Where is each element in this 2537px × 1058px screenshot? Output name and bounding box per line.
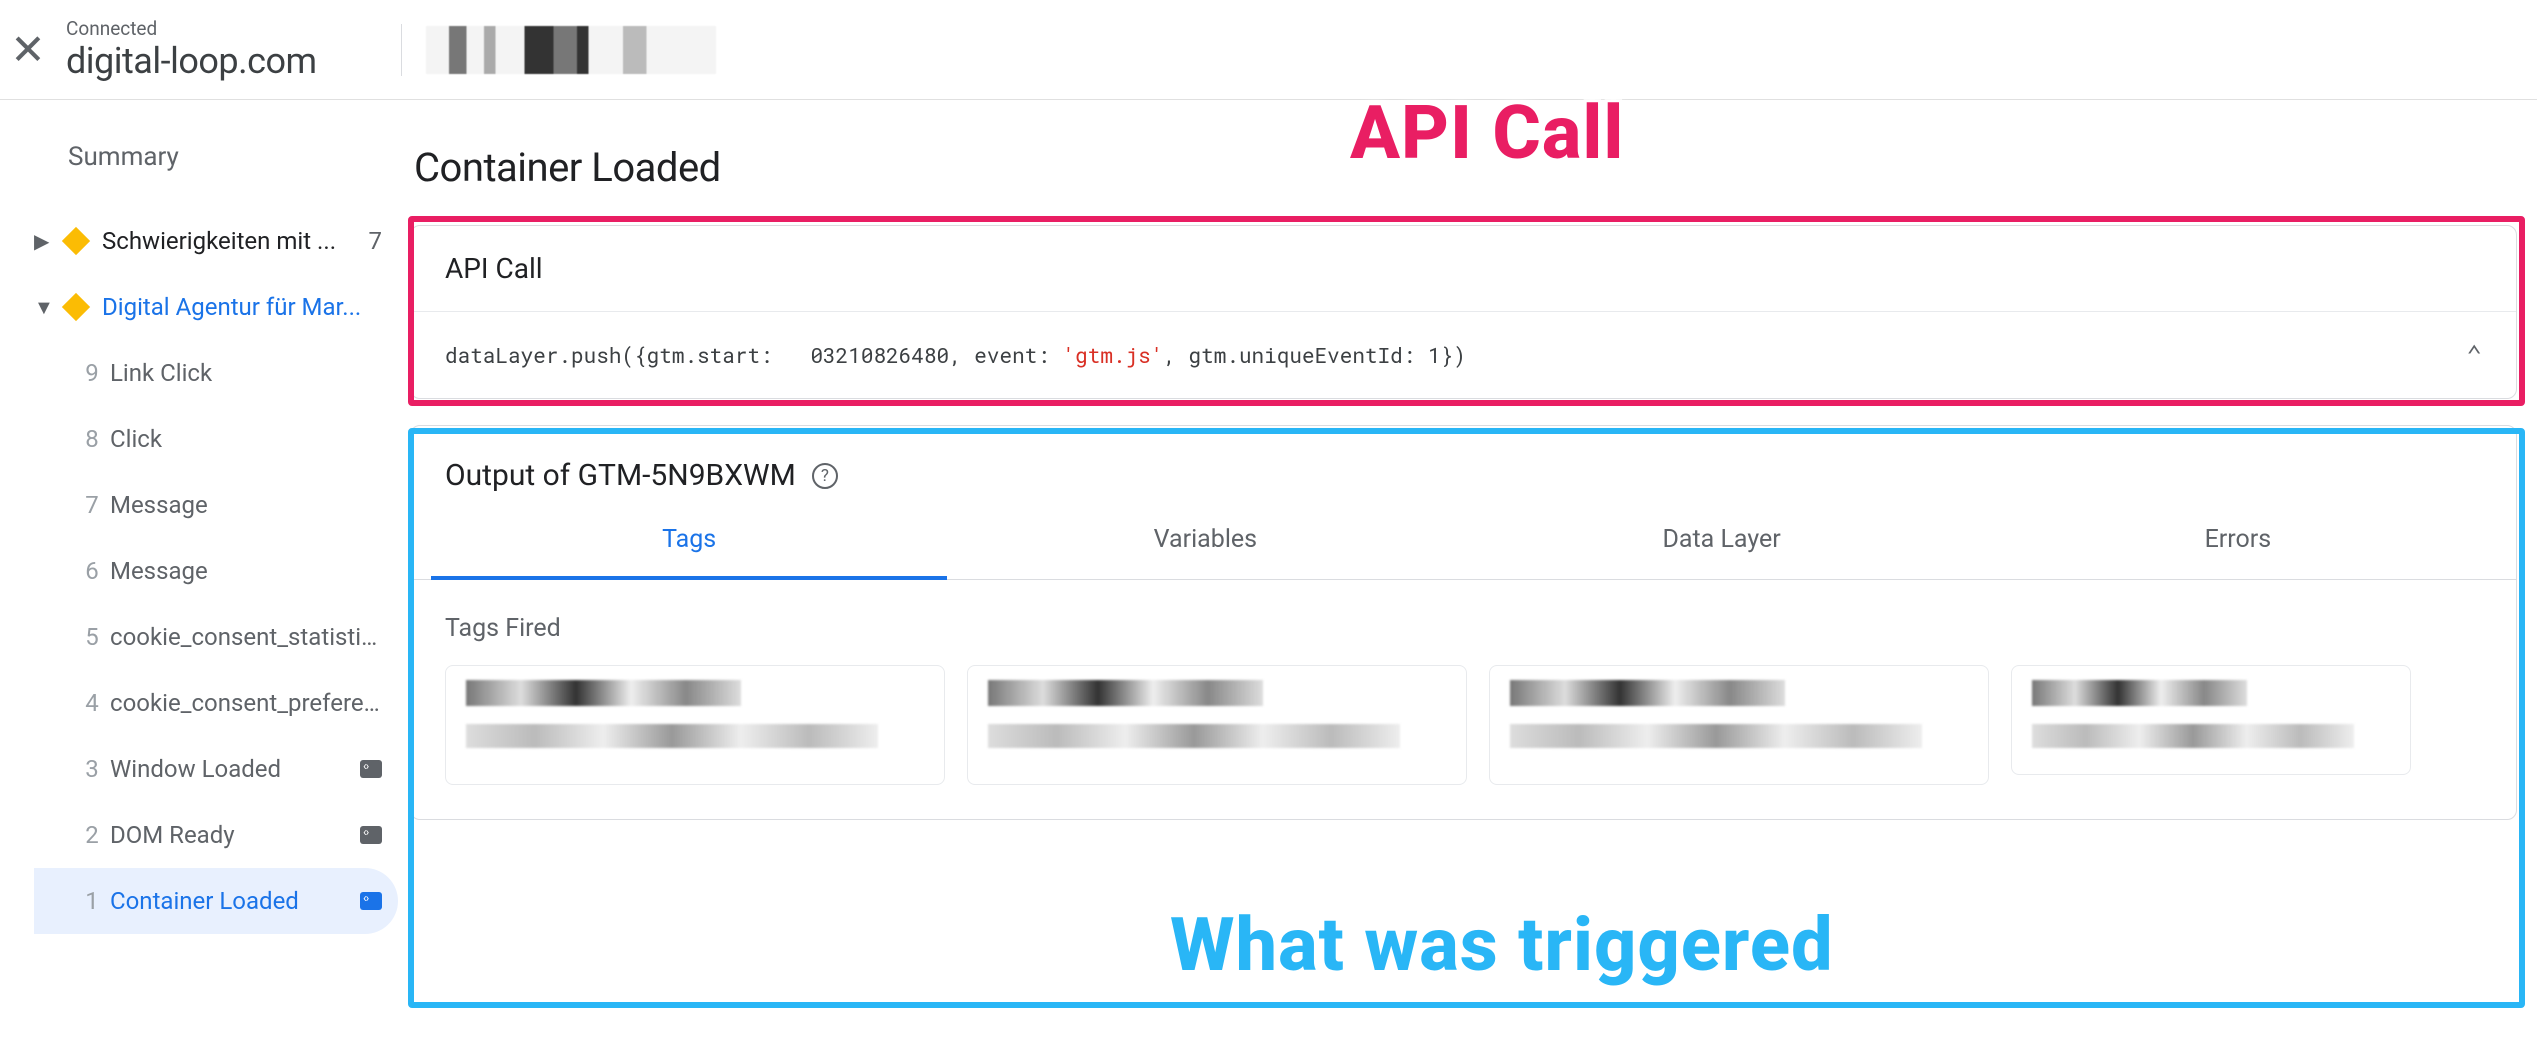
- connected-label: Connected: [66, 17, 317, 40]
- diamond-icon: [62, 227, 90, 255]
- page-group-0[interactable]: ▶ Schwierigkeiten mit ... 7: [34, 208, 398, 274]
- event-label: Message: [110, 557, 382, 585]
- caret-right-icon[interactable]: ▶: [34, 229, 62, 253]
- event-number: 1: [74, 887, 110, 915]
- output-header: Output of GTM-5N9BXWM ?: [411, 426, 2516, 503]
- main-panel: Container Loaded API Call dataLayer.push…: [410, 112, 2537, 1058]
- close-icon[interactable]: ✕: [0, 25, 56, 75]
- event-label: cookie_consent_prefere...: [110, 689, 382, 717]
- event-number: 8: [74, 425, 110, 453]
- api-code-post: , gtm.uniqueEventId: 1}): [1163, 341, 1465, 369]
- page-title: Container Loaded: [410, 118, 2517, 225]
- event-tree: ▶ Schwierigkeiten mit ... 7 ▼ Digital Ag…: [34, 208, 398, 934]
- output-title: Output of GTM-5N9BXWM: [445, 458, 796, 493]
- sidebar: Summary ▶ Schwierigkeiten mit ... 7 ▼ Di…: [0, 112, 410, 1058]
- tab-errors[interactable]: Errors: [1980, 503, 2496, 579]
- event-label: Window Loaded: [110, 755, 348, 783]
- output-card: Output of GTM-5N9BXWM ? Tags Variables D…: [410, 425, 2517, 820]
- event-label: Link Click: [110, 359, 382, 387]
- tag-card-redacted[interactable]: [967, 665, 1467, 785]
- event-label: Click: [110, 425, 382, 453]
- event-item-1[interactable]: 1 Container Loaded: [34, 868, 398, 934]
- event-number: 4: [74, 689, 110, 717]
- annotation-label-triggered: What was triggered: [1170, 902, 1834, 989]
- tags-fired-label: Tags Fired: [445, 614, 2482, 665]
- event-label: DOM Ready: [110, 821, 348, 849]
- event-item-6[interactable]: 6 Message: [34, 538, 398, 604]
- connected-domain: digital-loop.com: [66, 40, 317, 82]
- tag-card-redacted[interactable]: [445, 665, 945, 785]
- event-item-5[interactable]: 5 cookie_consent_statistics: [34, 604, 398, 670]
- tab-data-layer[interactable]: Data Layer: [1464, 503, 1980, 579]
- content-area: Summary ▶ Schwierigkeiten mit ... 7 ▼ Di…: [0, 112, 2537, 1058]
- code-chip-icon: [360, 760, 382, 778]
- event-number: 7: [74, 491, 110, 519]
- help-icon[interactable]: ?: [812, 463, 838, 489]
- event-number: 5: [74, 623, 110, 651]
- code-chip-icon: [360, 892, 382, 910]
- api-call-card: API Call dataLayer.push({gtm.start: 0321…: [410, 225, 2517, 399]
- tag-grid: [445, 665, 2482, 785]
- tab-variables[interactable]: Variables: [947, 503, 1463, 579]
- event-number: 3: [74, 755, 110, 783]
- event-item-9[interactable]: 9 Link Click: [34, 340, 398, 406]
- group-count: 7: [361, 227, 383, 255]
- collapse-icon[interactable]: ⌃: [2466, 338, 2482, 372]
- event-number: 2: [74, 821, 110, 849]
- tags-body: Tags Fired: [411, 580, 2516, 819]
- page-group-1[interactable]: ▼ Digital Agentur für Mar...: [34, 274, 398, 340]
- event-item-3[interactable]: 3 Window Loaded: [34, 736, 398, 802]
- api-call-body[interactable]: dataLayer.push({gtm.start: 03210826480, …: [411, 312, 2516, 398]
- group-label: Digital Agentur für Mar...: [102, 293, 382, 321]
- event-item-2[interactable]: 2 DOM Ready: [34, 802, 398, 868]
- summary-title: Summary: [34, 112, 398, 208]
- page-path-redacted: [426, 26, 716, 74]
- event-item-4[interactable]: 4 cookie_consent_prefere...: [34, 670, 398, 736]
- api-code-str: 'gtm.js': [1063, 341, 1164, 369]
- tag-card-redacted[interactable]: [2011, 665, 2411, 775]
- caret-down-icon[interactable]: ▼: [34, 295, 62, 320]
- tab-tags[interactable]: Tags: [431, 503, 947, 580]
- event-item-7[interactable]: 7 Message: [34, 472, 398, 538]
- api-code-pre: dataLayer.push({gtm.start: 03210826480, …: [445, 341, 1063, 369]
- divider: [401, 24, 402, 76]
- connection-block: Connected digital-loop.com: [56, 17, 377, 82]
- event-number: 6: [74, 557, 110, 585]
- event-label: Message: [110, 491, 382, 519]
- tag-card-redacted[interactable]: [1489, 665, 1989, 785]
- group-label: Schwierigkeiten mit ...: [102, 227, 361, 255]
- diamond-icon: [62, 293, 90, 321]
- event-label: Container Loaded: [110, 887, 348, 915]
- event-number: 9: [74, 359, 110, 387]
- event-label: cookie_consent_statistics: [110, 623, 382, 651]
- top-bar: ✕ Connected digital-loop.com: [0, 0, 2537, 100]
- event-item-8[interactable]: 8 Click: [34, 406, 398, 472]
- code-chip-icon: [360, 826, 382, 844]
- api-call-header: API Call: [411, 226, 2516, 312]
- output-tabs: Tags Variables Data Layer Errors: [411, 503, 2516, 580]
